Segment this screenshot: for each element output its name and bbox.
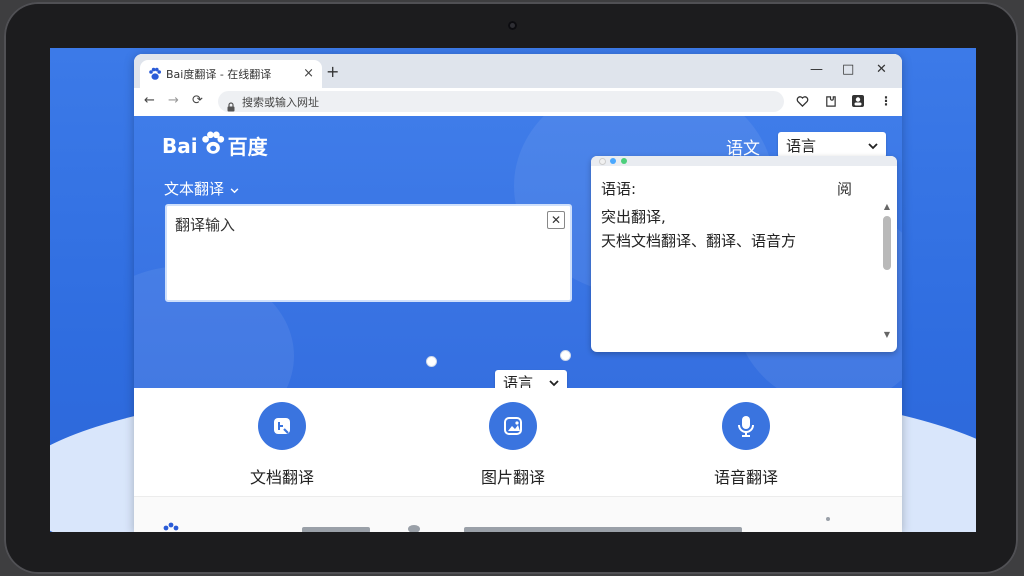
lock-icon: [226, 97, 236, 111]
browser-window: Bai度翻译 - 在线翻译 × + — □ ✕ ← → ⟳ 搜索或输入网址 ⋮ …: [134, 54, 902, 532]
maximize-button[interactable]: □: [842, 62, 854, 77]
address-text: 搜索或输入网址: [242, 95, 319, 109]
feature-voice-translate[interactable]: 语音翻译: [686, 402, 806, 488]
profile-icon[interactable]: [850, 93, 866, 109]
browser-toolbar: ← → ⟳ 搜索或输入网址 ⋮: [134, 88, 902, 117]
source-language-select[interactable]: 语言: [495, 370, 567, 388]
source-text-value: 翻译输入: [175, 216, 236, 234]
feature-document-translate[interactable]: 文档翻译: [222, 402, 342, 488]
translate-mode-label: 文本翻译: [164, 180, 225, 198]
scroll-down-icon[interactable]: ▼: [881, 330, 893, 339]
back-button[interactable]: ←: [144, 93, 155, 108]
output-label: 语语:: [601, 180, 637, 198]
output-line: 天档文档翻译、翻译、语音方: [601, 232, 797, 250]
menu-icon[interactable]: ⋮: [878, 93, 894, 109]
baidu-logo[interactable]: Bai 百度: [162, 130, 268, 161]
source-language-value: 语言: [503, 373, 534, 389]
front-camera: [508, 21, 517, 30]
feature-image-translate[interactable]: 图片翻译: [453, 402, 573, 488]
footer-area-cutoff: [134, 496, 902, 532]
panel-dot: [599, 158, 606, 165]
address-bar[interactable]: 搜索或输入网址: [218, 91, 784, 112]
scroll-thumb[interactable]: [883, 216, 891, 270]
target-language-select[interactable]: 语言: [778, 132, 886, 158]
feature-label: 文档翻译: [249, 468, 314, 487]
chevron-down-icon: [549, 373, 559, 388]
feature-label: 图片翻译: [480, 468, 545, 487]
panel-title-bar: [591, 156, 897, 166]
clear-input-button[interactable]: ✕: [547, 211, 565, 229]
chevron-down-icon: [230, 180, 239, 198]
heart-icon[interactable]: [794, 93, 810, 109]
close-window-button[interactable]: ✕: [876, 62, 887, 77]
footer-link-cutoff: [302, 527, 370, 532]
resize-handle[interactable]: [426, 356, 437, 367]
feature-shortcuts: 文档翻译 图片翻译 语音翻译: [134, 388, 902, 496]
logo-text-latin: Bai: [162, 133, 198, 158]
chevron-down-icon: [868, 136, 878, 154]
forward-button[interactable]: →: [168, 93, 179, 108]
extension-icon[interactable]: [822, 93, 838, 109]
reload-button[interactable]: ⟳: [192, 93, 203, 108]
baidu-paw-icon: [200, 130, 226, 161]
read-aloud-button[interactable]: 阅: [837, 178, 852, 199]
output-line: 突出翻译,: [601, 208, 666, 226]
resize-handle[interactable]: [560, 350, 571, 361]
voice-translate-icon: [722, 402, 770, 450]
translation-output-panel: 语语: 阅 突出翻译, 天档文档翻译、翻译、语音方 ▲ ▼: [591, 156, 897, 352]
panel-dot: [621, 158, 627, 164]
tab-strip: Bai度翻译 - 在线翻译 × + — □ ✕: [134, 54, 902, 88]
panel-dot: [610, 158, 616, 164]
baidu-paw-icon: [160, 521, 184, 532]
tab-title: Bai度翻译 - 在线翻译: [166, 68, 272, 81]
logo-text-chinese: 百度: [227, 135, 268, 159]
tablet-screen: Bai度翻译 - 在线翻译 × + — □ ✕ ← → ⟳ 搜索或输入网址 ⋮ …: [50, 48, 976, 532]
minimize-button[interactable]: —: [810, 62, 823, 77]
new-tab-button[interactable]: +: [326, 62, 339, 81]
browser-tab[interactable]: Bai度翻译 - 在线翻译 ×: [140, 60, 322, 88]
source-text-input[interactable]: 翻译输入 ✕: [165, 204, 572, 302]
footer-text-cutoff: [464, 527, 742, 532]
image-translate-icon: [489, 402, 537, 450]
baidu-paw-icon: [148, 67, 162, 81]
feature-label: 语音翻译: [713, 468, 778, 487]
target-language-value: 语言: [786, 136, 817, 155]
tab-close-icon[interactable]: ×: [303, 66, 314, 81]
document-translate-icon: [258, 402, 306, 450]
footer-icon-cutoff: [408, 525, 420, 532]
output-scrollbar[interactable]: ▲ ▼: [881, 202, 893, 342]
scroll-up-icon[interactable]: ▲: [881, 202, 893, 211]
translate-mode-dropdown[interactable]: 文本翻译: [164, 178, 239, 199]
footer-dot: [826, 517, 830, 521]
